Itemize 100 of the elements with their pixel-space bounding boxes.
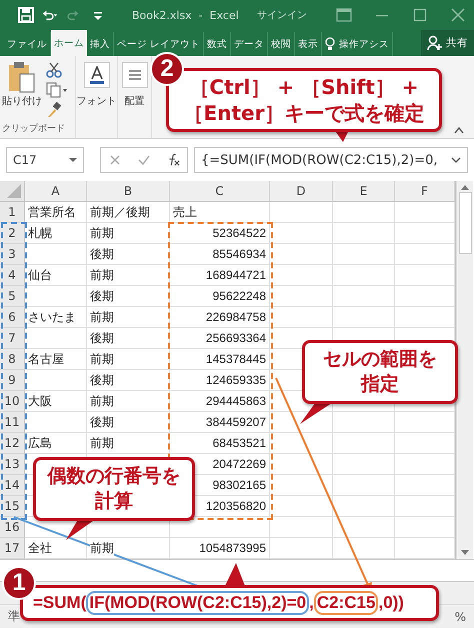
cancel-icon[interactable] — [108, 153, 122, 167]
table-cell: 後期 — [87, 286, 170, 307]
highlight-ring: C2:C15 — [314, 591, 378, 615]
zoom-level: % — [454, 610, 466, 624]
save-icon[interactable] — [18, 7, 34, 23]
row-header[interactable]: 10 — [0, 391, 25, 412]
enter-icon[interactable] — [136, 153, 151, 167]
maximize-icon[interactable] — [412, 7, 428, 23]
column-header[interactable]: A — [25, 181, 87, 202]
row-header[interactable]: 9 — [0, 370, 25, 391]
table-cell — [270, 538, 333, 559]
table-cell — [270, 454, 333, 475]
table-cell: 前期 — [87, 538, 170, 559]
table-cell — [25, 328, 87, 349]
column-header[interactable]: D — [270, 181, 333, 202]
row-header[interactable]: 5 — [0, 286, 25, 307]
row-header[interactable]: 3 — [0, 244, 25, 265]
column-header[interactable]: F — [395, 181, 455, 202]
formula-text: ,0)) — [378, 592, 404, 614]
scroll-up-icon[interactable] — [461, 185, 469, 190]
row-header[interactable]: 7 — [0, 328, 25, 349]
close-icon[interactable] — [450, 7, 466, 23]
person-add-icon — [427, 35, 443, 51]
table-cell — [333, 475, 395, 496]
table-cell: 168944721 — [170, 265, 270, 286]
table-cell: 85546934 — [170, 244, 270, 265]
table-cell — [270, 496, 333, 517]
alignment-button[interactable]: 配置 — [122, 62, 148, 108]
table-cell — [333, 517, 395, 538]
row-header[interactable]: 15 — [0, 496, 25, 517]
formula-field[interactable]: {=SUM(IF(MOD(ROW(C2:C15),2)=0, — [201, 152, 438, 168]
align-icon — [122, 62, 148, 88]
collapse-ribbon-icon[interactable] — [454, 126, 464, 134]
row-header[interactable]: 6 — [0, 307, 25, 328]
clipboard-icon — [7, 60, 37, 94]
table-cell — [333, 433, 395, 454]
paste-button[interactable]: 貼り付け — [2, 60, 42, 118]
name-box[interactable]: C17 — [6, 147, 84, 173]
table-cell: 226984758 — [170, 307, 270, 328]
scroll-thumb[interactable] — [458, 192, 472, 254]
table-cell — [395, 223, 455, 244]
format-painter-icon[interactable] — [46, 102, 62, 118]
vertical-scrollbar[interactable] — [456, 181, 473, 559]
formula-text: =SUM( — [33, 592, 86, 614]
status-text: 準 — [8, 608, 20, 625]
table-cell: 294445863 — [170, 391, 270, 412]
table-cell: 1054873995 — [170, 538, 270, 559]
table-cell — [270, 307, 333, 328]
table-cell — [395, 244, 455, 265]
row-header[interactable]: 17 — [0, 538, 25, 559]
row-header[interactable]: 2 — [0, 223, 25, 244]
table-cell: 前期 — [87, 265, 170, 286]
column-header[interactable]: E — [333, 181, 395, 202]
table-cell — [333, 244, 395, 265]
expand-icon[interactable] — [451, 157, 461, 163]
table-cell — [395, 475, 455, 496]
row-header[interactable]: 12 — [0, 433, 25, 454]
table-cell — [333, 538, 395, 559]
row-header[interactable]: 11 — [0, 412, 25, 433]
group-label: クリップボード — [2, 122, 65, 135]
table-cell: 仙台 — [25, 265, 87, 286]
ribbon-display-icon[interactable] — [336, 7, 352, 23]
cut-icon[interactable] — [46, 62, 62, 78]
sign-in-link[interactable]: サインイン — [256, 8, 307, 22]
row-header[interactable]: 13 — [0, 454, 25, 475]
table-cell: 名古屋 — [25, 349, 87, 370]
table-cell: 売上 — [170, 202, 270, 223]
table-cell — [25, 244, 87, 265]
callout-text: ［Ctrl］ + ［Shift］ + ［Enter］キーで式を確定 — [184, 74, 424, 126]
row-header[interactable]: 4 — [0, 265, 25, 286]
table-cell — [333, 412, 395, 433]
dropdown-icon[interactable] — [69, 157, 77, 163]
table-cell — [395, 202, 455, 223]
table-cell — [25, 370, 87, 391]
scroll-down-icon[interactable] — [461, 550, 469, 555]
row-header[interactable]: 14 — [0, 475, 25, 496]
table-cell — [395, 307, 455, 328]
cell-reference: C17 — [13, 153, 37, 167]
share-button[interactable]: 共有 — [421, 30, 474, 56]
row-header[interactable]: 8 — [0, 349, 25, 370]
ribbon-tab[interactable]: ホーム — [51, 30, 87, 56]
table-cell: 124659335 — [170, 370, 270, 391]
row-header[interactable]: 16 — [0, 517, 25, 538]
table-cell: 68453521 — [170, 433, 270, 454]
table-cell — [333, 265, 395, 286]
column-header[interactable]: C — [170, 181, 270, 202]
table-cell: 後期 — [87, 328, 170, 349]
table-cell — [395, 538, 455, 559]
font-button[interactable]: フォント — [76, 62, 116, 108]
formula-text: , — [309, 592, 314, 614]
table-cell — [395, 265, 455, 286]
table-cell: 95622248 — [170, 286, 270, 307]
table-cell — [270, 517, 333, 538]
table-cell — [395, 454, 455, 475]
table-cell — [333, 286, 395, 307]
table-cell: 営業所名 — [25, 202, 87, 223]
column-header[interactable]: B — [87, 181, 170, 202]
table-cell — [333, 454, 395, 475]
row-header[interactable]: 1 — [0, 202, 25, 223]
copy-icon[interactable] — [46, 82, 68, 98]
